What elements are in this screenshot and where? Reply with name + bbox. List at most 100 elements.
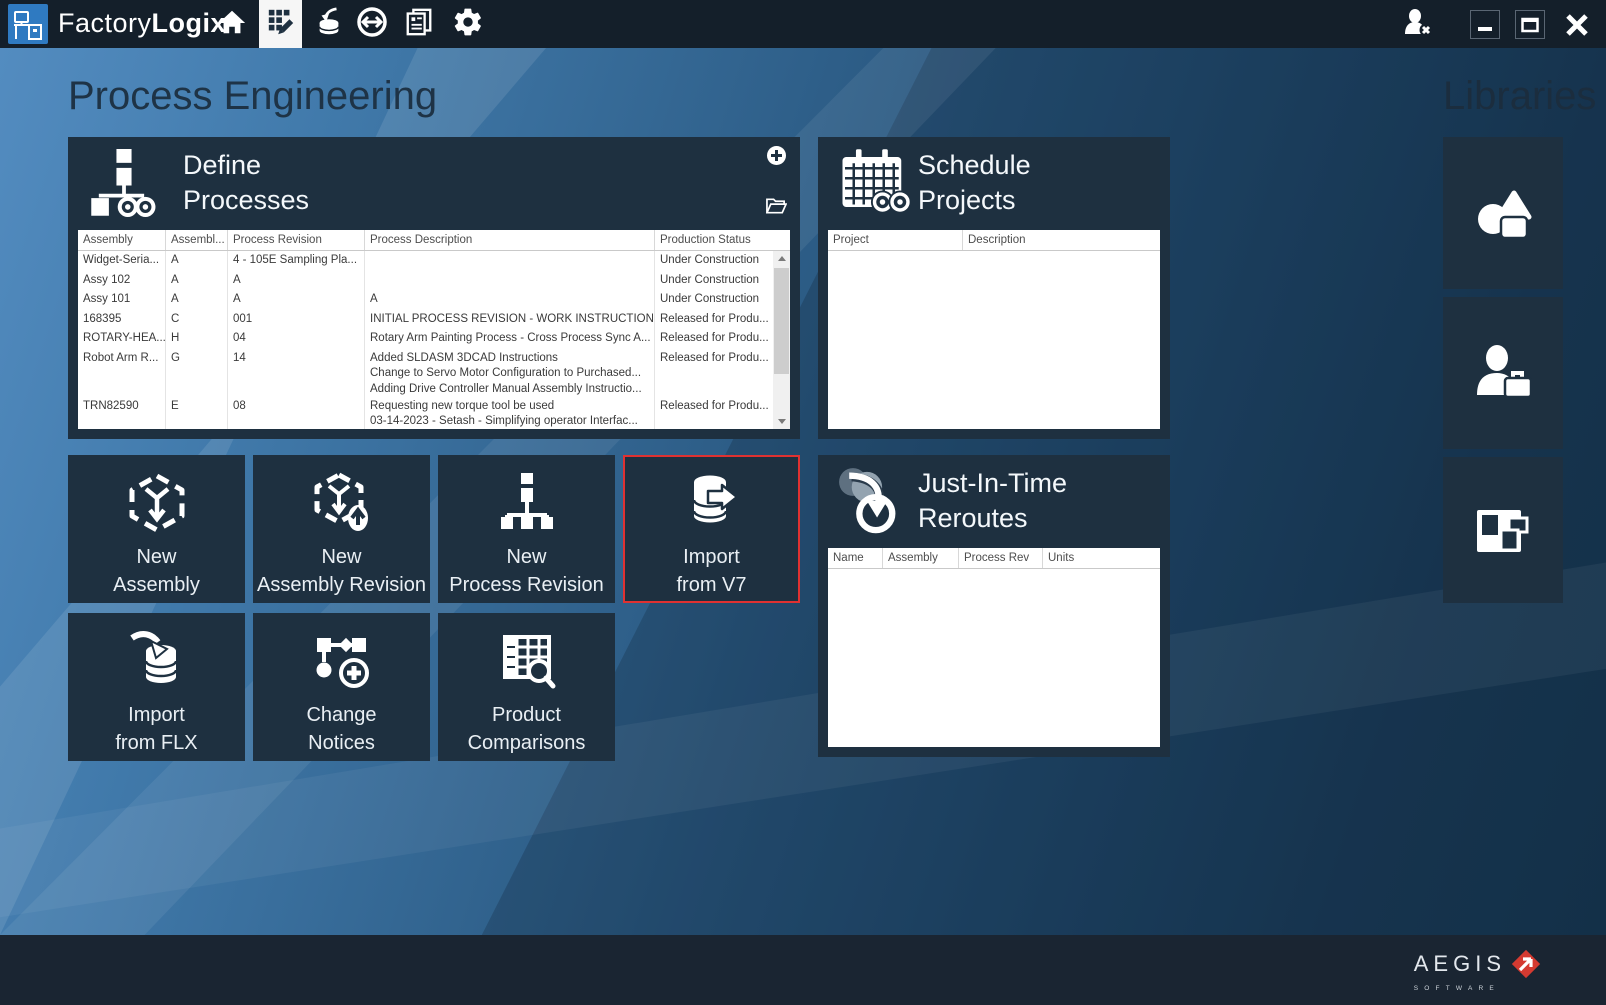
cell-status: Released for Produ...	[660, 399, 769, 412]
column-header[interactable]: Description	[963, 230, 1160, 250]
cell-assembly: Assy 102	[78, 270, 166, 290]
new-assembly-revision-icon	[314, 472, 368, 531]
new-assembly-revision-tile[interactable]: New Assembly Revision	[253, 455, 430, 603]
database-import-icon	[314, 6, 344, 42]
table-row[interactable]: 168395 C 001 INITIAL PROCESS REVISION - …	[78, 309, 790, 329]
nav-settings-button[interactable]	[447, 0, 489, 48]
define-processes-icon	[88, 149, 160, 222]
cell-description: Rotary Arm Painting Process - Cross Proc…	[365, 329, 655, 349]
workspace-background: Process Engineering Libraries Define Proc…	[0, 48, 1606, 935]
cell-description: A	[365, 290, 655, 310]
jit-grid-header: Name Assembly Process Rev Units	[828, 548, 1160, 569]
nav-import-button[interactable]	[310, 0, 348, 48]
titlebar: FactoryLogix®	[0, 0, 1606, 48]
aegis-diamond-icon	[1511, 949, 1541, 979]
nav-home-button[interactable]	[214, 0, 250, 48]
cell-proc-rev: 04	[228, 329, 365, 349]
library-shapes-tile[interactable]	[1443, 137, 1563, 289]
layout-templates-icon	[1477, 510, 1529, 552]
cell-proc-rev: 14	[228, 348, 365, 397]
aegis-brand-text: AEGIS	[1413, 951, 1506, 976]
import-from-flx-icon	[129, 631, 177, 683]
cell-assembly: ROTARY-HEA...	[78, 329, 166, 349]
nav-process-engineering-button[interactable]	[259, 0, 302, 48]
maximize-button[interactable]	[1515, 10, 1545, 39]
column-header[interactable]: Production Status	[655, 230, 773, 250]
import-from-v7-tile[interactable]: Import from V7	[623, 455, 800, 603]
schedule-projects-grid: Project Description	[828, 230, 1160, 429]
libraries-title: Libraries	[1443, 74, 1597, 118]
column-header[interactable]: Process Description	[365, 230, 655, 250]
product-comparisons-tile[interactable]: Product Comparisons	[438, 613, 615, 761]
column-header[interactable]: Process Revision	[228, 230, 365, 250]
jit-reroutes-header[interactable]: Just-In-Time Reroutes	[818, 455, 1170, 548]
open-folder-icon[interactable]	[765, 197, 788, 220]
product-comparisons-icon	[502, 635, 555, 689]
nav-news-button[interactable]	[399, 0, 439, 48]
change-notices-tile[interactable]: Change Notices	[253, 613, 430, 761]
column-header[interactable]: Name	[828, 548, 883, 568]
new-process-revision-icon	[500, 473, 553, 529]
table-row[interactable]: Assy 101 A A A Under Construction	[78, 290, 790, 310]
column-header[interactable]: Assembly	[78, 230, 166, 250]
cell-description: Requesting new torque tool be used 03-14-…	[365, 396, 655, 429]
aegis-logo: AEGIS SOFTWARE	[1414, 946, 1544, 992]
vertical-scrollbar[interactable]	[773, 251, 790, 429]
column-header[interactable]: Assembl...	[166, 230, 228, 250]
import-from-flx-tile[interactable]: Import from FLX	[68, 613, 245, 761]
define-processes-header[interactable]: Define Processes	[68, 137, 800, 230]
table-row[interactable]: Widget-Seria... A 4 - 105E Sampling Pla.…	[78, 251, 790, 271]
cell-status: Under Construction	[660, 254, 760, 266]
footer-bar: AEGIS SOFTWARE	[0, 935, 1606, 1005]
add-process-button[interactable]	[766, 145, 787, 171]
column-header[interactable]: Process Rev	[959, 548, 1043, 568]
cell-proc-rev: A	[228, 270, 365, 290]
define-grid-header: Assembly Assembl... Process Revision Pro…	[78, 230, 790, 251]
cell-rev: H	[166, 329, 228, 349]
schedule-projects-panel: Schedule Projects Project Description	[818, 137, 1170, 439]
cell-rev: G	[166, 348, 228, 397]
column-header[interactable]: Assembly	[883, 548, 959, 568]
process-engineering-icon	[266, 7, 296, 42]
aegis-software-text: SOFTWARE	[1413, 985, 1500, 992]
schedule-projects-header[interactable]: Schedule Projects	[818, 137, 1170, 230]
nav-sync-button[interactable]	[352, 0, 392, 48]
cell-assembly: 168395	[78, 309, 166, 329]
column-header[interactable]: Project	[828, 230, 963, 250]
scroll-up-arrow[interactable]	[773, 251, 790, 266]
person-briefcase-icon	[1477, 345, 1533, 399]
sync-circle-icon	[356, 6, 388, 43]
schedule-projects-title: Schedule Projects	[918, 150, 1031, 215]
define-processes-title: Define Processes	[183, 150, 310, 215]
new-assembly-tile[interactable]: New Assembly	[68, 455, 245, 603]
cell-assembly: Assy 101	[78, 290, 166, 310]
cell-description	[365, 270, 655, 290]
cell-assembly: Robot Arm R...	[78, 348, 166, 397]
scrollbar-thumb[interactable]	[774, 268, 789, 374]
cell-proc-rev: 4 - 105E Sampling Pla...	[228, 251, 365, 271]
scroll-down-arrow[interactable]	[773, 414, 790, 429]
new-assembly-icon	[129, 473, 184, 533]
cell-assembly: Widget-Seria...	[78, 251, 166, 271]
table-row[interactable]: ROTARY-HEA... H 04 Rotary Arm Painting P…	[78, 329, 790, 349]
jit-reroutes-panel: Just-In-Time Reroutes Name Assembly Proce…	[818, 455, 1170, 757]
cell-description: Added SLDASM 3DCAD Instructions Change to…	[365, 348, 655, 397]
cell-description: INITIAL PROCESS REVISION - WORK INSTRUCT…	[365, 309, 655, 329]
table-row[interactable]: Robot Arm R... G 14 Added SLDASM 3DCAD I…	[78, 348, 790, 397]
schedule-grid-header: Project Description	[828, 230, 1160, 251]
minimize-button[interactable]	[1470, 10, 1500, 39]
cell-proc-rev: 08	[228, 396, 365, 429]
column-header[interactable]: Units	[1043, 548, 1160, 568]
library-resources-tile[interactable]	[1443, 297, 1563, 449]
close-button[interactable]	[1560, 10, 1593, 39]
library-templates-tile[interactable]	[1443, 457, 1563, 603]
shapes-library-icon	[1478, 190, 1532, 240]
cell-proc-rev: 001	[228, 309, 365, 329]
tile-label: New Assembly Revision	[257, 546, 426, 596]
cell-rev: A	[166, 290, 228, 310]
logout-user-icon	[1402, 6, 1434, 43]
table-row[interactable]: Assy 102 A A Under Construction	[78, 270, 790, 290]
new-process-revision-tile[interactable]: New Process Revision	[438, 455, 615, 603]
table-row[interactable]: TRN82590 E 08 Requesting new torque tool…	[78, 396, 790, 429]
logout-button[interactable]	[1398, 0, 1438, 48]
